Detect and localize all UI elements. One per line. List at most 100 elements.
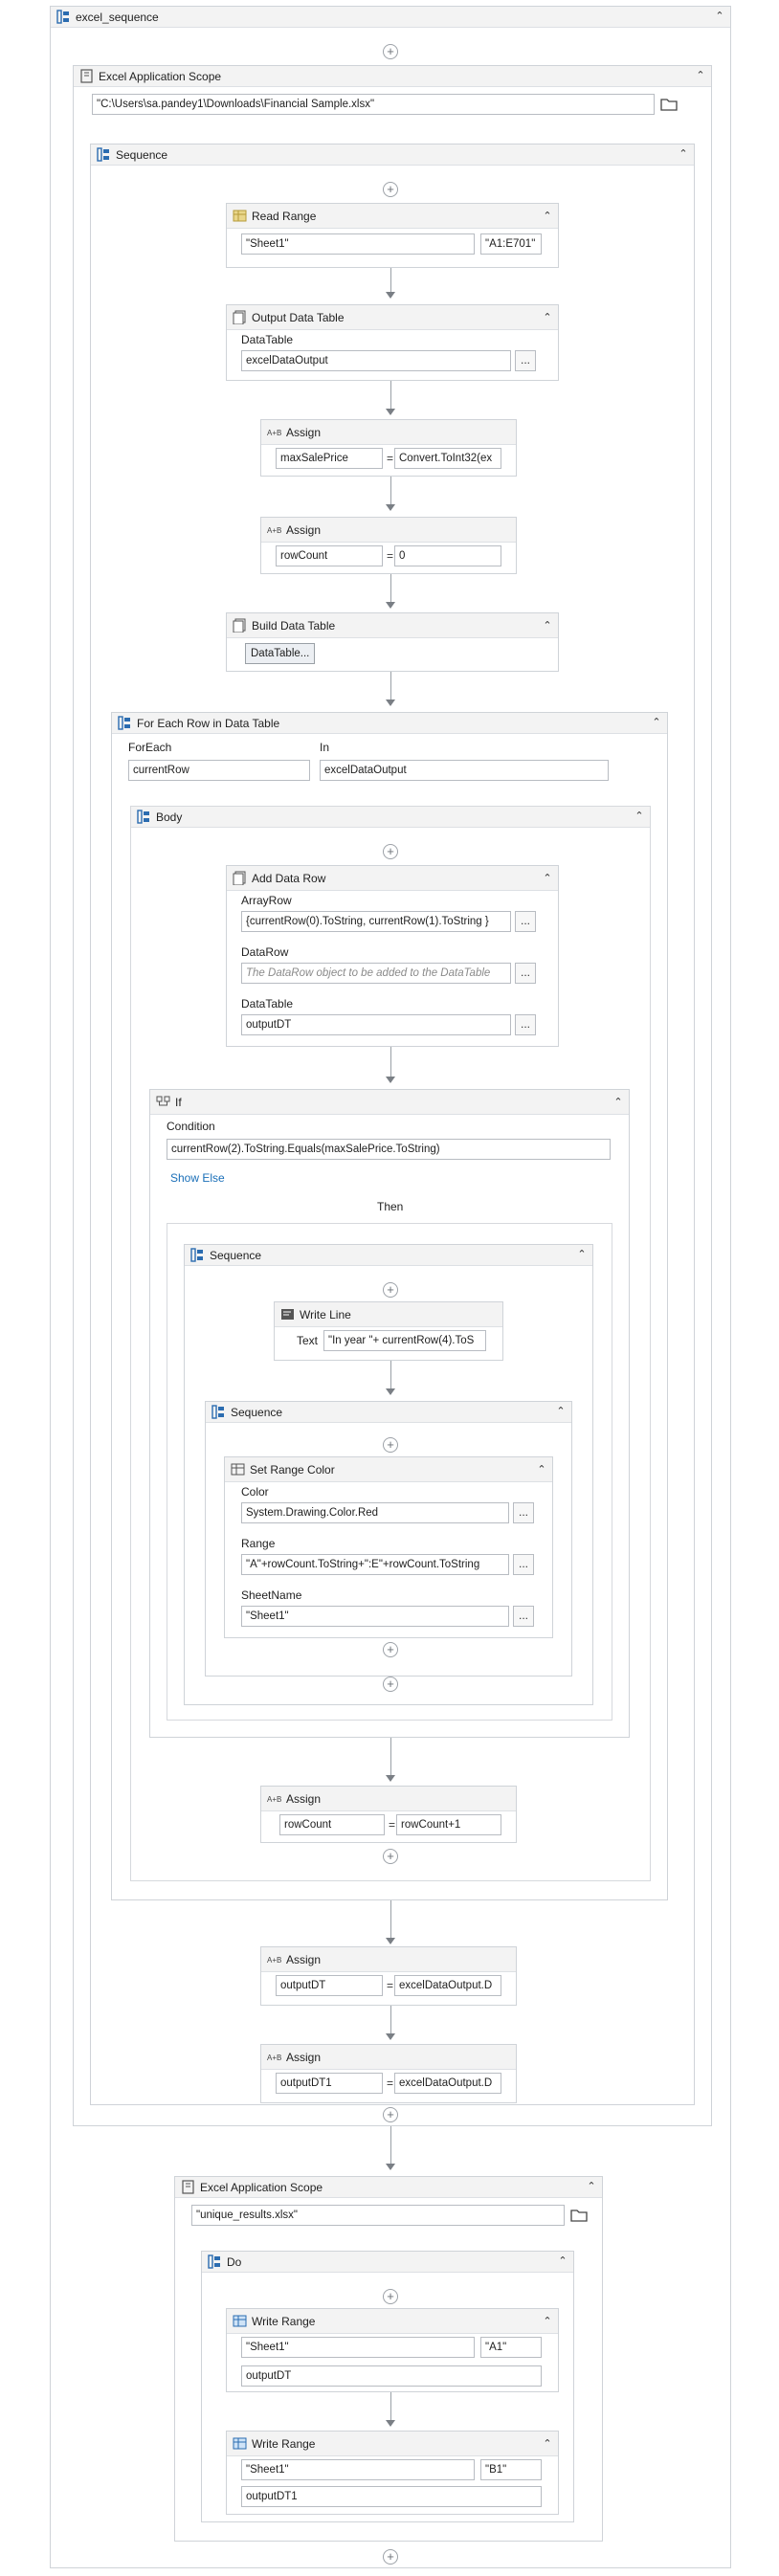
arrayrow-field[interactable]: {currentRow(0).ToString, currentRow(1).T… [241,911,511,932]
write-range-sheet-field[interactable]: "Sheet1" [241,2337,475,2358]
add-activity-plus-icon[interactable]: + [383,1677,398,1692]
foreach-variable-field[interactable]: currentRow [128,760,310,781]
assign-to-field[interactable]: outputDT1 [276,2073,383,2094]
assign-to-field[interactable]: outputDT [276,1975,383,1996]
excel-scope-2-header[interactable]: Excel Application Scope ⌃ [175,2177,602,2198]
workbook-path-field[interactable]: "C:\Users\sa.pandey1\Downloads\Financial… [92,94,655,115]
connector-line [390,2126,391,2165]
read-range-sheet-field[interactable]: "Sheet1" [241,233,475,255]
color-field[interactable]: System.Drawing.Color.Red [241,1502,509,1523]
assign-to-field[interactable]: rowCount [279,1814,385,1835]
assign-header[interactable]: A+B Assign [261,1787,516,1811]
chevron-up-icon[interactable]: ⌃ [541,2437,554,2451]
ellipsis-button[interactable]: ... [513,1554,534,1575]
assign-value-field[interactable]: excelDataOutput.D [394,2073,501,2094]
output-data-table-header[interactable]: Output Data Table ⌃ [227,305,558,330]
build-data-table-header[interactable]: Build Data Table ⌃ [227,613,558,638]
add-activity-plus-icon[interactable]: + [383,1642,398,1657]
assign-value-field[interactable]: Convert.ToInt32(ex [394,448,501,469]
in-datatable-field[interactable]: excelDataOutput [320,760,609,781]
chevron-up-icon[interactable]: ⌃ [541,210,554,223]
ellipsis-button[interactable]: ... [513,1606,534,1627]
folder-icon[interactable] [660,98,678,111]
read-range-header[interactable]: Read Range ⌃ [227,204,558,229]
root-header[interactable]: excel_sequence ⌃ [51,7,730,28]
root-title: excel_sequence [76,11,159,24]
add-activity-plus-icon[interactable]: + [383,1282,398,1298]
sheetname-field[interactable]: "Sheet1" [241,1606,509,1627]
show-else-link[interactable]: Show Else [170,1171,225,1185]
write-range-1-header[interactable]: Write Range ⌃ [227,2309,558,2334]
add-activity-plus-icon[interactable]: + [383,2549,398,2565]
chevron-up-icon[interactable]: ⌃ [556,2254,569,2268]
write-line-header[interactable]: Write Line [275,1302,502,1327]
chevron-up-icon[interactable]: ⌃ [694,69,707,82]
ellipsis-button[interactable]: ... [515,1014,536,1035]
read-range-title: Read Range [252,210,317,223]
ellipsis-button[interactable]: ... [513,1502,534,1523]
workbook-path-field[interactable]: "unique_results.xlsx" [191,2205,565,2226]
add-data-row-header[interactable]: Add Data Row ⌃ [227,866,558,891]
body-header[interactable]: Body ⌃ [131,807,650,828]
assign-to-field[interactable]: rowCount [276,545,383,566]
chevron-up-icon[interactable]: ⌃ [554,1405,568,1418]
do-header[interactable]: Do ⌃ [202,2252,573,2273]
text-label: Text [297,1334,319,1347]
write-line-text-field[interactable]: "In year "+ currentRow(4).ToS [323,1330,486,1351]
range-field[interactable]: "A"+rowCount.ToString+":E"+rowCount.ToSt… [241,1554,509,1575]
if-header[interactable]: If ⌃ [150,1090,629,1115]
condition-field[interactable]: currentRow(2).ToString.Equals(maxSalePri… [167,1139,611,1160]
read-range-range-field[interactable]: "A1:E701" [480,233,542,255]
for-each-row-header[interactable]: For Each Row in Data Table ⌃ [112,713,667,734]
assign-header[interactable]: A+B Assign [261,2045,516,2070]
chevron-up-icon[interactable]: ⌃ [650,716,663,729]
chevron-up-icon[interactable]: ⌃ [713,10,726,23]
add-activity-plus-icon[interactable]: + [383,2107,398,2122]
write-range-datatable-field[interactable]: outputDT [241,2365,542,2387]
chevron-up-icon[interactable]: ⌃ [633,810,646,823]
chevron-up-icon[interactable]: ⌃ [535,1463,548,1477]
chevron-up-icon[interactable]: ⌃ [541,311,554,324]
chevron-up-icon[interactable]: ⌃ [612,1096,625,1109]
add-activity-plus-icon[interactable]: + [383,182,398,197]
assign-header[interactable]: A+B Assign [261,420,516,445]
then-sequence-header[interactable]: Sequence ⌃ [185,1245,592,1266]
assign-value-field[interactable]: 0 [394,545,501,566]
folder-icon[interactable] [570,2209,588,2222]
ellipsis-button[interactable]: ... [515,911,536,932]
chevron-up-icon[interactable]: ⌃ [585,2180,598,2193]
write-range-cell-field[interactable]: "B1" [480,2459,542,2480]
chevron-up-icon[interactable]: ⌃ [541,872,554,885]
write-range-2-header[interactable]: Write Range ⌃ [227,2432,558,2456]
datarow-field[interactable]: The DataRow object to be added to the Da… [241,963,511,984]
inner-sequence-header[interactable]: Sequence ⌃ [206,1402,571,1423]
write-range-datatable-field[interactable]: outputDT1 [241,2486,542,2507]
ellipsis-button[interactable]: ... [515,963,536,984]
chevron-up-icon[interactable]: ⌃ [541,619,554,633]
add-activity-plus-icon[interactable]: + [383,1437,398,1453]
chevron-up-icon[interactable]: ⌃ [677,147,690,161]
set-range-color-header[interactable]: Set Range Color ⌃ [225,1457,552,1482]
chevron-up-icon[interactable]: ⌃ [541,2315,554,2328]
sequence-1-header[interactable]: Sequence ⌃ [91,144,694,166]
body-title: Body [156,811,183,824]
excel-scope-1-header[interactable]: Excel Application Scope ⌃ [74,66,711,87]
datatable-field[interactable]: outputDT [241,1014,511,1035]
chevron-up-icon[interactable]: ⌃ [575,1248,589,1261]
assign-to-field[interactable]: maxSalePrice [276,448,383,469]
ellipsis-button[interactable]: ... [515,350,536,371]
output-datatable-field[interactable]: excelDataOutput [241,350,511,371]
assign-value-field[interactable]: rowCount+1 [396,1814,501,1835]
assign-header[interactable]: A+B Assign [261,518,516,543]
add-activity-plus-icon[interactable]: + [383,44,398,59]
connector-line [390,1047,391,1077]
write-range-sheet-field[interactable]: "Sheet1" [241,2459,475,2480]
add-activity-plus-icon[interactable]: + [383,1849,398,1864]
datatable-button[interactable]: DataTable... [245,643,316,664]
assign-value-field[interactable]: excelDataOutput.D [394,1975,501,1996]
write-range-cell-field[interactable]: "A1" [480,2337,542,2358]
add-activity-plus-icon[interactable]: + [383,2289,398,2304]
assign-header[interactable]: A+B Assign [261,1947,516,1972]
add-activity-plus-icon[interactable]: + [383,844,398,859]
in-label: In [320,741,330,754]
